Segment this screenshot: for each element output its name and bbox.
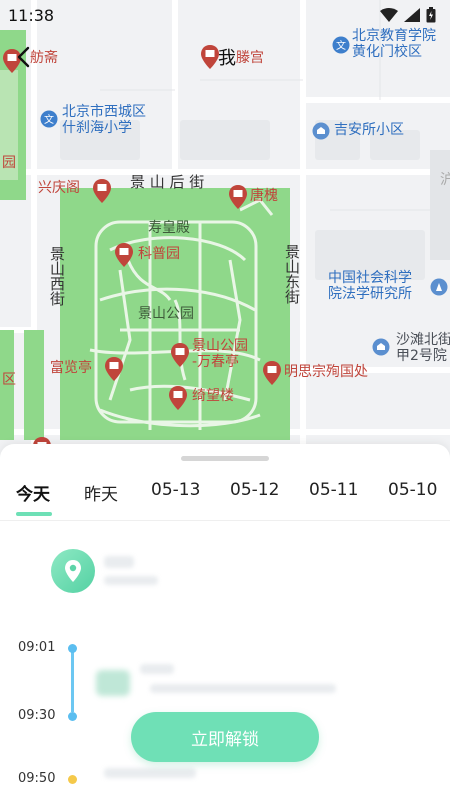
timeline-time: 09:30 <box>18 708 56 723</box>
back-button[interactable] <box>14 44 38 70</box>
school-poi-icon[interactable]: 文 <box>332 36 350 54</box>
poi-pin-icon[interactable] <box>168 385 188 411</box>
poi-jiansuo: 吉安所小区 <box>334 122 404 138</box>
school-poi-icon[interactable]: 文 <box>40 110 58 128</box>
tabs-divider <box>0 520 450 521</box>
poi-edu-college-line2: 黄化门校区 <box>352 44 422 60</box>
tab-date[interactable]: 05-12 <box>230 480 279 500</box>
poi-tanghuai: 唐槐 <box>250 188 278 204</box>
poi-pin-icon[interactable] <box>114 242 134 268</box>
poi-pin-icon[interactable] <box>92 178 112 204</box>
active-tab-indicator <box>16 512 52 516</box>
my-location-label: 我 <box>218 48 236 69</box>
blurred-location-detail <box>104 576 158 585</box>
tab-date[interactable]: 05-13 <box>151 480 200 500</box>
road-jingshan-houjie: 景 山 后 街 <box>130 173 205 191</box>
app-root: 舫斋 滕宫 北京市西城区 什刹海小学 北京教育学院 黄化门校区 吉安所小区 兴庆… <box>0 0 450 800</box>
poi-school-xicheng-line1: 北京市西城区 <box>62 104 146 120</box>
status-time: 11:38 <box>8 5 55 25</box>
poi-kepuyuan: 科普园 <box>138 246 180 262</box>
timeline-line <box>71 648 74 712</box>
poi-xingqingge: 兴庆阁 <box>38 180 80 196</box>
signal-icon <box>404 8 420 22</box>
poi-fulanting: 富览亭 <box>50 360 92 376</box>
poi-wanchunting-line2: -万春亭 <box>192 354 240 370</box>
blurred-location-title <box>104 556 134 568</box>
status-icons <box>380 7 436 23</box>
poi-qu-fragment: 区 <box>2 372 16 388</box>
residential-poi-icon[interactable] <box>312 122 330 140</box>
blurred-entry-title <box>104 768 196 778</box>
timeline-dot <box>68 712 77 721</box>
timeline-time: 09:01 <box>18 640 56 655</box>
tab-date[interactable]: 05-10 <box>388 480 437 500</box>
poi-cass-line2: 院法学研究所 <box>328 286 412 302</box>
chevron-left-icon <box>17 46 30 68</box>
poi-shatan-line2: 甲2号院 <box>396 348 447 364</box>
road-jingshan-xijie: 景山西街 <box>48 246 66 306</box>
poi-pin-icon[interactable] <box>170 342 190 368</box>
location-pin-icon <box>65 560 81 582</box>
poi-pin-icon[interactable] <box>228 184 248 210</box>
my-location-marker[interactable]: 我 <box>200 44 236 70</box>
poi-wanchunting-line1: 景山公园 <box>192 338 248 354</box>
poi-pin-icon[interactable] <box>104 356 124 382</box>
poi-qiwanglou: 绮望楼 <box>192 388 234 404</box>
poi-mingsizong: 明思宗殉国处 <box>284 364 368 380</box>
poi-cass-line1: 中国社会科学 <box>328 270 412 286</box>
svg-text:文: 文 <box>44 113 54 126</box>
poi-shouhuangdian: 寿皇殿 <box>148 220 190 236</box>
poi-hu-fragment: 沪 <box>440 172 450 188</box>
poi-jingshan-park: 景山公园 <box>138 306 194 322</box>
wifi-icon <box>380 8 398 22</box>
unlock-button[interactable]: 立即解锁 <box>131 712 319 762</box>
date-tabs: 今天 昨天 05-13 05-12 05-11 05-10 <box>0 476 450 516</box>
residential-poi-icon[interactable] <box>372 338 390 356</box>
start-location-badge <box>51 549 95 593</box>
tab-today[interactable]: 今天 <box>16 480 50 505</box>
poi-edu-college-line1: 北京教育学院 <box>352 28 436 44</box>
tab-yesterday[interactable]: 昨天 <box>84 480 118 505</box>
timeline-time: 09:50 <box>18 771 56 786</box>
blurred-entry-detail <box>150 684 336 693</box>
road-jingshan-dongjie: 景山东街 <box>283 244 301 304</box>
battery-icon <box>426 7 436 23</box>
timeline-dot <box>68 644 77 653</box>
tab-date[interactable]: 05-11 <box>309 480 358 500</box>
poi-tenggong: 滕宫 <box>236 50 264 66</box>
poi-yuan-fragment: 园 <box>2 155 16 171</box>
sheet-drag-handle[interactable] <box>181 456 269 461</box>
poi-pin-icon[interactable] <box>262 360 282 386</box>
poi-shatan-line1: 沙滩北街 <box>396 332 450 348</box>
status-bar: 11:38 <box>0 0 450 30</box>
institute-poi-icon[interactable] <box>430 278 448 296</box>
timeline-dot <box>68 775 77 784</box>
blurred-thumbnail <box>96 670 130 696</box>
svg-text:文: 文 <box>336 39 346 52</box>
blurred-entry-title <box>140 664 174 674</box>
poi-school-xicheng-line2: 什刹海小学 <box>62 120 132 136</box>
location-pin-icon <box>201 45 219 69</box>
